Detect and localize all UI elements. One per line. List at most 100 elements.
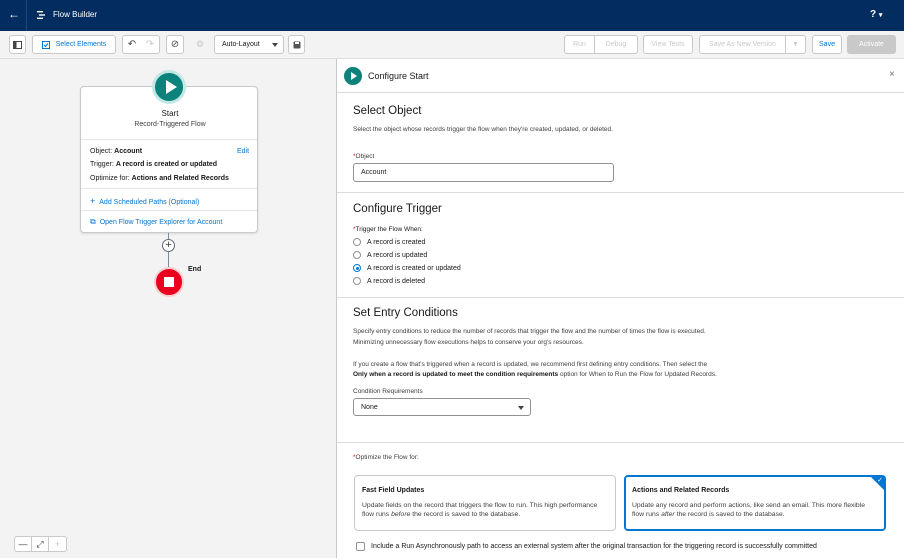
start-title: Start xyxy=(161,109,179,118)
fit-view-button[interactable]: ⤢ xyxy=(32,537,49,551)
panel-icon xyxy=(13,40,22,49)
fast-field-updates-option[interactable]: Fast Field Updates Update fields on the … xyxy=(354,475,616,531)
configure-start-panel: Configure Start × Select Object Select t… xyxy=(336,59,904,558)
zoom-controls: — ⤢ + xyxy=(14,536,67,552)
option-title: Fast Field Updates xyxy=(362,487,425,494)
trigger-option-created[interactable]: A record is created xyxy=(353,238,425,246)
select-object-description: Select the object whose records trigger … xyxy=(353,126,613,133)
divider xyxy=(81,188,257,189)
connector-line xyxy=(168,252,169,267)
save-icon xyxy=(293,41,300,48)
radio-button-selected[interactable] xyxy=(353,264,361,272)
actions-related-records-option[interactable]: ✓ Actions and Related Records Update any… xyxy=(624,475,886,531)
recommend-desc-line2: Only when a record is updated to meet th… xyxy=(353,369,717,380)
debug-button[interactable]: Debug xyxy=(594,35,638,54)
trigger-option-deleted[interactable]: A record is deleted xyxy=(353,277,425,285)
optimize-label-text: Optimize the Flow for: xyxy=(355,454,419,461)
desc-emphasis: after xyxy=(661,511,675,518)
optimize-label: *Optimize the Flow for: xyxy=(353,454,419,461)
activate-button[interactable]: Activate xyxy=(847,35,896,54)
start-element-card[interactable]: Start Record-Triggered Flow Object: Acco… xyxy=(80,86,258,233)
settings-button[interactable]: ⚙ xyxy=(192,35,208,54)
close-icon[interactable]: × xyxy=(889,69,895,80)
start-node-icon[interactable] xyxy=(152,70,186,104)
entry-conditions-desc-line2: Minimizing unnecessary flow executions h… xyxy=(353,339,584,346)
back-arrow-icon[interactable]: ← xyxy=(8,7,20,21)
option-description: Update fields on the record that trigger… xyxy=(362,501,608,519)
select-icon xyxy=(41,40,50,49)
error-toggle-button[interactable]: ⊘ xyxy=(166,35,184,54)
plus-icon: + xyxy=(90,196,96,206)
run-button[interactable]: Run xyxy=(564,35,595,54)
condition-value: None xyxy=(361,403,378,411)
object-field-label: *Object xyxy=(353,153,374,160)
entry-conditions-desc-line1: Specify entry conditions to reduce the n… xyxy=(353,328,706,335)
radio-button[interactable] xyxy=(353,277,361,285)
option-description: Update any record and perform actions, l… xyxy=(632,501,878,519)
object-row: Object: Account xyxy=(90,148,142,155)
layout-value: Auto-Layout xyxy=(222,41,260,48)
save-as-new-version-button[interactable]: Save As New Version xyxy=(699,35,786,54)
optimize-label: Optimize for: xyxy=(90,175,130,182)
play-icon xyxy=(351,72,357,80)
optimize-row: Optimize for: Actions and Related Record… xyxy=(90,175,229,182)
trigger-option-updated[interactable]: A record is updated xyxy=(353,251,427,259)
object-value: Account xyxy=(114,148,143,155)
flow-canvas[interactable]: Start Record-Triggered Flow Object: Acco… xyxy=(0,59,336,558)
undo-redo-group: ↶ ↷ xyxy=(122,35,160,54)
desc-text: the record is saved to the database. xyxy=(410,511,521,518)
trigger-value: A record is created or updated xyxy=(115,161,218,168)
condition-requirements-select[interactable]: None xyxy=(353,398,531,416)
run-async-checkbox-row[interactable]: Include a Run Asynchronously path to acc… xyxy=(356,542,817,551)
section-divider xyxy=(337,192,904,193)
radio-button[interactable] xyxy=(353,238,361,246)
option-label: A record is deleted xyxy=(367,277,425,285)
help-icon: ? xyxy=(870,9,877,20)
save-button[interactable]: Save xyxy=(812,35,842,54)
add-paths-label: Add Scheduled Paths (Optional) xyxy=(99,199,200,206)
undo-icon[interactable]: ↶ xyxy=(128,39,136,50)
divider xyxy=(81,210,257,211)
open-trigger-explorer-link[interactable]: ⧉ Open Flow Trigger Explorer for Account xyxy=(90,217,222,227)
new-window-icon: ⧉ xyxy=(90,217,96,226)
chevron-down-icon xyxy=(518,406,524,410)
object-input[interactable]: Account xyxy=(353,163,614,182)
chevron-down-icon xyxy=(272,43,278,47)
section-divider xyxy=(337,442,904,443)
select-elements-label: Select Elements xyxy=(55,41,107,48)
option-label: A record is updated xyxy=(367,251,428,259)
panel-header: Configure Start × xyxy=(337,59,904,93)
desc-text: the record is saved to the database. xyxy=(674,511,785,518)
configure-trigger-heading: Configure Trigger xyxy=(353,203,442,215)
radio-button[interactable] xyxy=(353,251,361,259)
trigger-option-created-or-updated[interactable]: A record is created or updated xyxy=(353,264,461,272)
toggle-panel-button[interactable] xyxy=(9,35,26,54)
zoom-in-button[interactable]: + xyxy=(49,537,66,551)
layout-select[interactable]: Auto-Layout xyxy=(214,35,284,54)
toolbar: Select Elements ↶ ↷ ⊘ ⚙ Auto-Layout Run … xyxy=(0,31,904,59)
select-elements-button[interactable]: Select Elements xyxy=(32,35,116,54)
check-icon: ✓ xyxy=(877,477,883,484)
option-title: Actions and Related Records xyxy=(632,487,730,494)
global-header: ← Flow Builder ? ▾ xyxy=(0,0,904,31)
save-options-button[interactable]: ▼ xyxy=(785,35,806,54)
add-element-button[interactable]: + xyxy=(162,239,175,252)
select-object-heading: Select Object xyxy=(353,105,422,117)
header-divider xyxy=(26,0,27,31)
add-scheduled-paths-link[interactable]: + Add Scheduled Paths (Optional) xyxy=(90,196,199,206)
help-menu-button[interactable]: ? ▾ xyxy=(870,9,882,20)
start-icon xyxy=(344,67,362,85)
redo-icon[interactable]: ↷ xyxy=(146,39,154,50)
panel-title: Configure Start xyxy=(368,71,429,81)
edit-link[interactable]: Edit xyxy=(237,148,249,155)
checkbox[interactable] xyxy=(356,542,365,551)
zoom-out-button[interactable]: — xyxy=(15,537,32,551)
object-field-label-text: Object xyxy=(355,153,375,160)
trigger-row: Trigger: A record is created or updated xyxy=(90,161,217,168)
save-copy-button[interactable] xyxy=(288,35,305,54)
view-tests-button[interactable]: View Tests xyxy=(643,35,693,54)
app-title: Flow Builder xyxy=(53,10,98,19)
divider xyxy=(81,139,257,140)
play-icon xyxy=(166,80,177,94)
option-label: A record is created xyxy=(367,238,426,246)
